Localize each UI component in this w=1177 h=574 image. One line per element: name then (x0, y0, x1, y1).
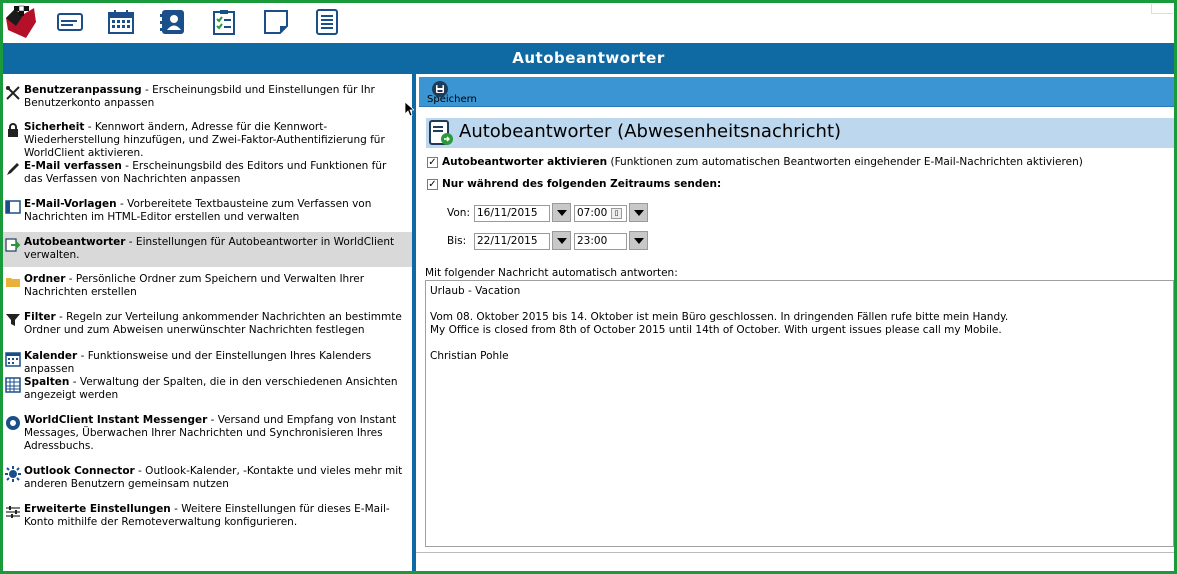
sidebar-item-name: E-Mail verfassen (24, 160, 122, 172)
sidebar-item-filter[interactable]: Filter - Regeln zur Verteilung ankommend… (3, 311, 412, 337)
app-logo (4, 4, 38, 40)
columns-icon (5, 377, 21, 393)
message-line: Vom 08. Oktober 2015 bis 14. Oktober ist… (430, 311, 1009, 323)
sidebar-item-e-mail-vorlagen[interactable]: E-Mail-Vorlagen - Vorbereitete Textbaust… (3, 198, 412, 224)
sidebar-item-autobeantworter[interactable]: Autobeantworter - Einstellungen für Auto… (3, 232, 412, 267)
calendar-icon (108, 10, 134, 34)
template-icon (5, 199, 21, 215)
notes-button[interactable] (262, 8, 290, 36)
pencil-icon (5, 161, 21, 177)
settings-sidebar: Benutzeranpassung - Erscheinungsbild und… (3, 74, 412, 571)
messenger-icon (5, 415, 21, 431)
sidebar-item-name: WorldClient Instant Messenger (24, 414, 208, 426)
advanced-settings-icon (5, 504, 21, 520)
sidebar-item-name: Benutzeranpassung (24, 84, 142, 96)
sidebar-item-name: Spalten (24, 376, 70, 388)
notes-icon (264, 10, 288, 34)
from-time-value: 07:00 (577, 207, 608, 219)
folder-icon (5, 274, 21, 290)
lock-icon (5, 122, 21, 138)
action-bar: Speichern (419, 77, 1174, 107)
sidebar-item-name: Outlook Connector (24, 465, 135, 477)
sidebar-item-kalender[interactable]: Kalender - Funktionsweise und der Einste… (3, 350, 412, 376)
contacts-button[interactable] (159, 8, 187, 36)
section-title: Autobeantworter (Abwesenheitsnachricht) (459, 121, 842, 142)
sidebar-item-erweiterte-einstellungen[interactable]: Erweiterte Einstellungen - Weitere Einst… (3, 503, 412, 529)
from-time-dropdown[interactable] (629, 203, 648, 222)
sidebar-item-outlook-connector[interactable]: Outlook Connector - Outlook-Kalender, -K… (3, 465, 412, 491)
from-date-dropdown[interactable] (552, 203, 571, 222)
save-label: Speichern (427, 94, 477, 105)
calendar-button[interactable] (107, 8, 135, 36)
from-date-input[interactable]: 16/11/2015 (474, 205, 550, 222)
sidebar-item-spalten[interactable]: Spalten - Verwaltung der Spalten, die in… (3, 376, 412, 402)
enable-autoresponder-label: Autobeantworter aktivieren (442, 156, 608, 168)
content-bottom-border (416, 552, 1174, 553)
sidebar-item-benutzeranpassung[interactable]: Benutzeranpassung - Erscheinungsbild und… (3, 84, 412, 110)
tasks-button[interactable] (210, 8, 238, 36)
mouse-cursor-icon (404, 101, 414, 117)
sidebar-item-name: E-Mail-Vorlagen (24, 198, 117, 210)
message-line (430, 298, 1169, 311)
to-time-input[interactable]: 23:00 (574, 233, 627, 250)
period-label: Nur während des folgenden Zeitraums send… (442, 178, 722, 190)
from-time-input[interactable]: 07:00 ▯ (574, 205, 627, 222)
sidebar-item-ordner[interactable]: Ordner - Persönliche Ordner zum Speicher… (3, 273, 412, 299)
filter-icon (5, 312, 21, 328)
sidebar-item-name: Erweiterte Einstellungen (24, 503, 171, 515)
documents-button[interactable] (313, 8, 341, 36)
calendar-icon (5, 351, 21, 367)
sidebar-item-name: Kalender (24, 350, 78, 362)
from-label: Von: (447, 207, 470, 219)
tools-icon (5, 85, 21, 101)
documents-icon (316, 9, 338, 35)
sidebar-item-name: Autobeantworter (24, 236, 126, 248)
period-checkbox[interactable]: ✓ (427, 179, 438, 190)
mail-button[interactable] (56, 8, 84, 36)
contacts-icon (160, 10, 184, 34)
message-line: Christian Pohle (430, 350, 509, 362)
autoresponder-icon (5, 237, 21, 253)
window-control[interactable] (1151, 4, 1173, 14)
mail-icon (57, 13, 83, 31)
tasks-icon (213, 10, 235, 35)
to-date-dropdown[interactable] (552, 231, 571, 250)
outlook-connector-icon (5, 466, 21, 482)
to-time-dropdown[interactable] (629, 231, 648, 250)
from-time-spin[interactable]: ▯ (611, 208, 622, 219)
main-content: Speichern Autobeantworter (Abwesenheitsn… (416, 74, 1174, 571)
message-textarea[interactable]: Urlaub - Vacation Vom 08. Oktober 2015 bi… (425, 280, 1174, 547)
sidebar-item-sicherheit[interactable]: Sicherheit - Kennwort ändern, Adresse fü… (3, 121, 412, 160)
message-label: Mit folgender Nachricht automatisch antw… (425, 267, 678, 279)
sidebar-item-desc: - Verwaltung der Spalten, die in den ver… (24, 376, 398, 401)
enable-autoresponder-checkbox[interactable]: ✓ (427, 157, 438, 168)
message-line (430, 337, 1169, 350)
top-toolbar (0, 0, 1177, 43)
sidebar-item-worldclient-instant-messenger[interactable]: WorldClient Instant Messenger - Versand … (3, 414, 412, 453)
to-label: Bis: (447, 235, 467, 247)
enable-autoresponder-desc: (Funktionen zum automatischen Beantworte… (607, 156, 1083, 168)
sidebar-item-e-mail-verfassen[interactable]: E-Mail verfassen - Erscheinungsbild des … (3, 160, 412, 186)
sidebar-item-desc: - Persönliche Ordner zum Speichern und V… (24, 273, 365, 298)
message-line: Urlaub - Vacation (430, 285, 521, 297)
page-title: Autobeantworter (3, 43, 1174, 74)
sidebar-item-name: Ordner (24, 273, 66, 285)
message-line: My Office is closed from 8th of October … (430, 324, 1002, 336)
sidebar-item-desc: - Funktionsweise und der Einstellungen I… (24, 350, 372, 375)
section-header: Autobeantworter (Abwesenheitsnachricht) (426, 118, 1174, 148)
to-date-input[interactable]: 22/11/2015 (474, 233, 550, 250)
sidebar-item-name: Sicherheit (24, 121, 85, 133)
autoresponder-icon (429, 120, 453, 145)
sidebar-item-desc: - Regeln zur Verteilung ankommender Nach… (24, 311, 402, 336)
sidebar-item-name: Filter (24, 311, 56, 323)
